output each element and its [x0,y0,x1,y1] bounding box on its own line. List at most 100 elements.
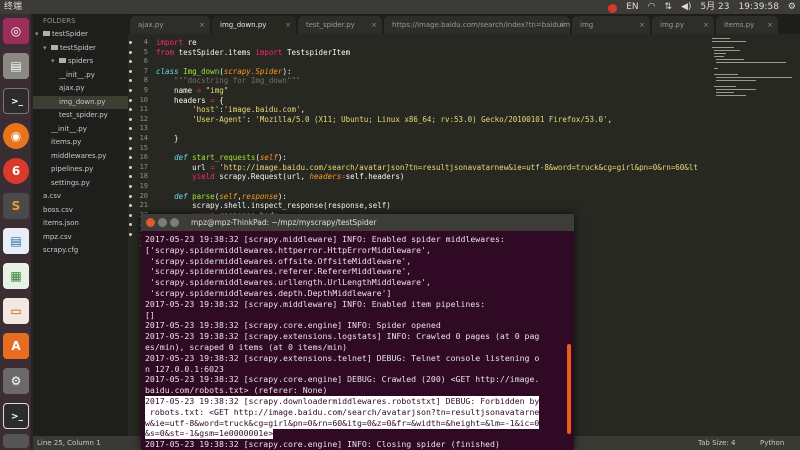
tab-label: test_spider.py [306,21,355,29]
close-icon[interactable]: × [639,16,645,34]
writer-icon[interactable]: ▤ [3,228,29,254]
sidebar-file[interactable]: __init__.py [33,69,128,82]
modified-dot-icon [129,156,132,160]
close-icon[interactable]: × [559,16,565,34]
firefox-icon[interactable]: ◉ [3,123,29,149]
tab-url[interactable]: https://image.baidu.com/search/index?tn=… [384,16,570,34]
sidebar-item-label: testSpider [60,43,96,52]
terminal-line: 'scrapy.spidermiddlewares.referer.Refere… [145,266,412,277]
sidebar-folder[interactable]: ▾ testSpider [33,42,128,55]
terminal-line: robots.txt: <GET http://image.baidu.com/… [145,406,540,418]
code-line: } [156,134,179,143]
wifi-icon[interactable]: ◠ [648,0,656,14]
app-launcher: ◎ ▤ >_ ◉ 6 S ▤ ▦ ▭ A ⚙ >_ [0,14,32,450]
sidebar-file[interactable]: img_down.py [33,95,128,109]
terminal-active-icon[interactable]: >_ [3,403,29,429]
line-number: 16 [129,153,148,162]
close-window-button[interactable] [146,218,155,227]
code-line: url = 'http://image.baidu.com/search/ava… [156,162,698,172]
close-icon[interactable]: × [371,16,377,34]
input-method-indicator[interactable]: EN [626,0,638,14]
sidebar-file[interactable]: boss.csv [33,204,128,217]
terminal-icon[interactable]: >_ [3,88,29,114]
ubuntu-dash-icon[interactable]: ◎ [3,18,29,44]
date-label[interactable]: 5月 23 [700,0,729,14]
terminal-line: 'scrapy.spidermiddlewares.offsite.Offsit… [145,255,412,266]
tab-img[interactable]: img × [572,16,650,34]
weibo-icon[interactable]: 6 [3,158,29,184]
terminal-window[interactable]: mpz@mpz-ThinkPad: ~/mpz/myscrapy/testSpi… [141,214,574,450]
chevron-down-icon[interactable]: ▾ [35,28,43,41]
tab-items[interactable]: items.py × [716,16,778,34]
minimap[interactable] [712,38,792,98]
files-icon[interactable]: ▤ [3,53,29,79]
sidebar-file[interactable]: test_spider.py [33,109,128,122]
terminal-scrollbar[interactable] [567,344,571,434]
sort-icon[interactable]: ⇅ [664,0,672,14]
sidebar-folder[interactable]: ▾ spiders [33,55,128,68]
impress-icon[interactable]: ▭ [3,298,29,324]
close-icon[interactable]: × [767,16,773,34]
line-number: 9 [129,86,148,95]
terminal-line: 'scrapy.spidermiddlewares.urllength.UrlL… [145,277,431,288]
code-line: class Img_down(scrapy.Spider): [156,66,292,76]
tab-img-down[interactable]: img_down.py × [212,16,296,34]
modified-dot-icon [129,127,132,131]
line-number: 19 [129,182,148,191]
cursor-position: Line 25, Column 1 [37,439,101,447]
line-number: 15 [129,144,148,153]
maximize-window-button[interactable] [170,218,179,227]
close-icon[interactable]: × [285,16,291,34]
sidebar-file[interactable]: __init__.py [33,123,128,136]
sidebar-file[interactable]: mpz.csv [33,231,128,244]
tab-img-py[interactable]: img.py × [652,16,714,34]
window-title: 终端 [4,2,23,12]
chevron-down-icon[interactable]: ▾ [51,55,59,68]
sidebar-header: FOLDERS [43,17,76,25]
close-icon[interactable]: × [703,16,709,34]
terminal-title-bar[interactable]: mpz@mpz-ThinkPad: ~/mpz/myscrapy/testSpi… [141,214,574,231]
trash-icon[interactable] [3,434,29,448]
code-line: from testSpider.items import TestspiderI… [156,47,351,57]
calc-icon[interactable]: ▦ [3,263,29,289]
terminal-output[interactable]: 2017-05-23 19:38:32 [scrapy.middleware] … [145,232,570,450]
modified-dot-icon [129,175,132,179]
sidebar-file[interactable]: a.csv [33,190,128,203]
code-line: 'User-Agent': 'Mozilla/5.0 (X11; Ubuntu;… [192,114,613,124]
chevron-down-icon[interactable]: ▾ [43,42,51,55]
terminal-line: 'scrapy.spidermiddlewares.depth.DepthMid… [145,288,392,298]
tab-size-selector[interactable]: Tab Size: 4 [698,436,735,450]
sidebar-file[interactable]: items.py [33,136,128,149]
sidebar-file[interactable]: ajax.py [33,82,128,95]
software-center-icon[interactable]: A [3,333,29,359]
indicator-icon[interactable] [608,3,618,13]
terminal-line: 2017-05-23 19:38:32 [scrapy.core.engine]… [145,374,540,385]
system-tray: EN ◠ ⇅ ◀) 5月 23 19:39:58 ⚙ [608,0,796,14]
sidebar-item-label: test_spider.py [59,111,108,119]
sidebar-folder[interactable]: ▾ testSpider [33,28,128,41]
gear-icon[interactable]: ⚙ [788,0,796,14]
volume-icon[interactable]: ◀) [681,0,691,14]
tab-ajax[interactable]: ajax.py × [130,16,210,34]
sidebar-item-label: a.csv [43,192,62,200]
line-number: 18 [129,172,148,181]
tab-test-spider[interactable]: test_spider.py × [298,16,382,34]
close-icon[interactable]: × [199,16,205,34]
sidebar-file[interactable]: pipelines.py [33,163,128,176]
sidebar-file[interactable]: items.json [33,217,128,230]
clock[interactable]: 19:39:58 [739,0,779,14]
line-number: 7 [129,67,148,76]
modified-dot-icon [129,204,132,208]
system-settings-icon[interactable]: ⚙ [3,368,29,394]
sidebar-file[interactable]: middlewares.py [33,150,128,163]
sidebar-file[interactable]: scrapy.cfg [33,244,128,257]
minimize-window-button[interactable] [158,218,167,227]
code-line: yield scrapy.Request(url, headers=self.h… [192,172,405,182]
sidebar-file[interactable]: settings.py [33,177,128,190]
terminal-line: 2017-05-23 19:38:32 [scrapy.extensions.t… [145,352,540,363]
terminal-line: n 127.0.0.1:6023 [145,363,224,374]
line-number: 4 [129,38,148,47]
syntax-selector[interactable]: Python [760,436,784,450]
sublime-text-icon[interactable]: S [3,193,29,219]
modified-dot-icon [129,50,132,54]
